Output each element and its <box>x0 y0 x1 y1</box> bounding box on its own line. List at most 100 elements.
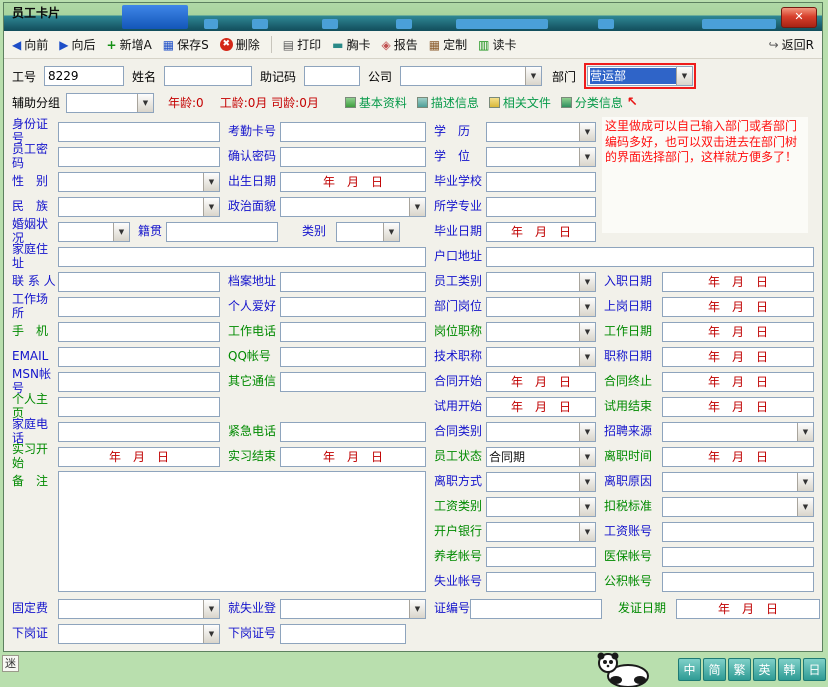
contract-type-combo[interactable]: ▼ <box>486 422 596 442</box>
add-button[interactable]: + 新增A <box>107 36 152 53</box>
dept-combo[interactable]: 营运部 ▼ <box>587 66 693 86</box>
print-button[interactable]: ▤ 打印 <box>283 36 321 53</box>
position-title-combo[interactable]: ▼ <box>486 322 596 342</box>
marital-combo[interactable]: ▼ <box>58 222 130 242</box>
hobby-input[interactable] <box>280 297 426 317</box>
chevron-down-icon[interactable]: ▼ <box>409 198 425 216</box>
political-combo[interactable]: ▼ <box>280 197 426 217</box>
emp-no-input[interactable] <box>44 66 124 86</box>
fund-account-input[interactable] <box>662 572 814 592</box>
work-date-input[interactable]: 年 月 日 <box>662 322 814 342</box>
contract-end-input[interactable]: 年 月 日 <box>662 372 814 392</box>
msn-input[interactable] <box>58 372 220 392</box>
homepage-input[interactable] <box>58 397 220 417</box>
lang-tile[interactable]: 简 <box>703 658 726 681</box>
desktop-mini-tile[interactable]: 迷 <box>2 655 19 672</box>
work-phone-input[interactable] <box>280 322 426 342</box>
tab-classification[interactable]: 分类信息 <box>561 94 623 111</box>
salary-account-input[interactable] <box>662 522 814 542</box>
save-button[interactable]: ▦ 保存S <box>163 36 209 53</box>
confirm-password-input[interactable] <box>280 147 426 167</box>
mnemonic-input[interactable] <box>304 66 360 86</box>
chevron-down-icon[interactable]: ▼ <box>579 298 595 316</box>
fixed-fee-combo[interactable]: ▼ <box>58 599 220 619</box>
email-input[interactable] <box>58 347 220 367</box>
intern-end-input[interactable]: 年 月 日 <box>280 447 426 467</box>
chevron-down-icon[interactable]: ▼ <box>579 473 595 491</box>
chevron-down-icon[interactable]: ▼ <box>203 198 219 216</box>
emergency-phone-input[interactable] <box>280 422 426 442</box>
chevron-down-icon[interactable]: ▼ <box>579 273 595 291</box>
chevron-down-icon[interactable]: ▼ <box>676 67 692 85</box>
emp-type-combo[interactable]: ▼ <box>486 272 596 292</box>
chevron-down-icon[interactable]: ▼ <box>797 473 813 491</box>
workplace-input[interactable] <box>58 297 220 317</box>
lang-tile[interactable]: 英 <box>753 658 776 681</box>
forward-button[interactable]: ▶ 向后 <box>59 36 95 53</box>
contract-start-input[interactable]: 年 月 日 <box>486 372 596 392</box>
unemployment-account-input[interactable] <box>486 572 596 592</box>
home-phone-input[interactable] <box>58 422 220 442</box>
chevron-down-icon[interactable]: ▼ <box>137 94 153 112</box>
aux-group-combo[interactable]: ▼ <box>66 93 154 113</box>
chevron-down-icon[interactable]: ▼ <box>579 423 595 441</box>
chevron-down-icon[interactable]: ▼ <box>203 625 219 643</box>
chevron-down-icon[interactable]: ▼ <box>797 498 813 516</box>
close-button[interactable]: ✕ <box>781 7 817 28</box>
chevron-down-icon[interactable]: ▼ <box>579 348 595 366</box>
chevron-down-icon[interactable]: ▼ <box>579 123 595 141</box>
attendance-card-input[interactable] <box>280 122 426 142</box>
layoff-cert-combo[interactable]: ▼ <box>58 624 220 644</box>
grad-date-input[interactable]: 年 月 日 <box>486 222 596 242</box>
gender-combo[interactable]: ▼ <box>58 172 220 192</box>
back-button[interactable]: ◀ 向前 <box>12 36 48 53</box>
major-input[interactable] <box>486 197 596 217</box>
lang-tile[interactable]: 中 <box>678 658 701 681</box>
leave-method-combo[interactable]: ▼ <box>486 472 596 492</box>
hire-date-input[interactable]: 年 月 日 <box>662 272 814 292</box>
mobile-input[interactable] <box>58 322 220 342</box>
return-button[interactable]: ↪ 返回R <box>769 36 814 53</box>
other-comm-input[interactable] <box>280 372 426 392</box>
chevron-down-icon[interactable]: ▼ <box>525 67 541 85</box>
title-date-input[interactable]: 年 月 日 <box>662 347 814 367</box>
id-card-input[interactable] <box>58 122 220 142</box>
native-place-input[interactable] <box>166 222 278 242</box>
contact-input[interactable] <box>58 272 220 292</box>
chevron-down-icon[interactable]: ▼ <box>579 523 595 541</box>
qq-input[interactable] <box>280 347 426 367</box>
chevron-down-icon[interactable]: ▼ <box>579 148 595 166</box>
dept-position-combo[interactable]: ▼ <box>486 297 596 317</box>
chevron-down-icon[interactable]: ▼ <box>797 423 813 441</box>
trial-start-input[interactable]: 年 月 日 <box>486 397 596 417</box>
name-input[interactable] <box>164 66 252 86</box>
company-combo[interactable]: ▼ <box>400 66 542 86</box>
lang-tile[interactable]: 韩 <box>778 658 801 681</box>
chevron-down-icon[interactable]: ▼ <box>203 600 219 618</box>
cert-no-input[interactable] <box>470 599 602 619</box>
lang-tile[interactable]: 繁 <box>728 658 751 681</box>
tab-basic-info[interactable]: 基本资料 <box>345 94 407 111</box>
education-combo[interactable]: ▼ <box>486 122 596 142</box>
residence-address-input[interactable] <box>486 247 814 267</box>
tab-description[interactable]: 描述信息 <box>417 94 479 111</box>
unemployment-reg-combo[interactable]: ▼ <box>280 599 426 619</box>
category-combo[interactable]: ▼ <box>336 222 400 242</box>
delete-button[interactable]: ✖ 删除 <box>220 36 260 53</box>
notes-textarea[interactable] <box>58 471 426 592</box>
issue-date-input[interactable]: 年 月 日 <box>676 599 820 619</box>
customize-button[interactable]: ▦ 定制 <box>429 36 467 53</box>
grad-school-input[interactable] <box>486 172 596 192</box>
leave-time-input[interactable]: 年 月 日 <box>662 447 814 467</box>
tech-title-combo[interactable]: ▼ <box>486 347 596 367</box>
trial-end-input[interactable]: 年 月 日 <box>662 397 814 417</box>
bank-combo[interactable]: ▼ <box>486 522 596 542</box>
file-address-input[interactable] <box>280 272 426 292</box>
recruit-source-combo[interactable]: ▼ <box>662 422 814 442</box>
chevron-down-icon[interactable]: ▼ <box>113 223 129 241</box>
report-button[interactable]: ◈ 报告 <box>381 36 417 53</box>
tab-related-files[interactable]: 相关文件 <box>489 94 551 111</box>
tax-standard-combo[interactable]: ▼ <box>662 497 814 517</box>
chevron-down-icon[interactable]: ▼ <box>409 600 425 618</box>
chevron-down-icon[interactable]: ▼ <box>203 173 219 191</box>
